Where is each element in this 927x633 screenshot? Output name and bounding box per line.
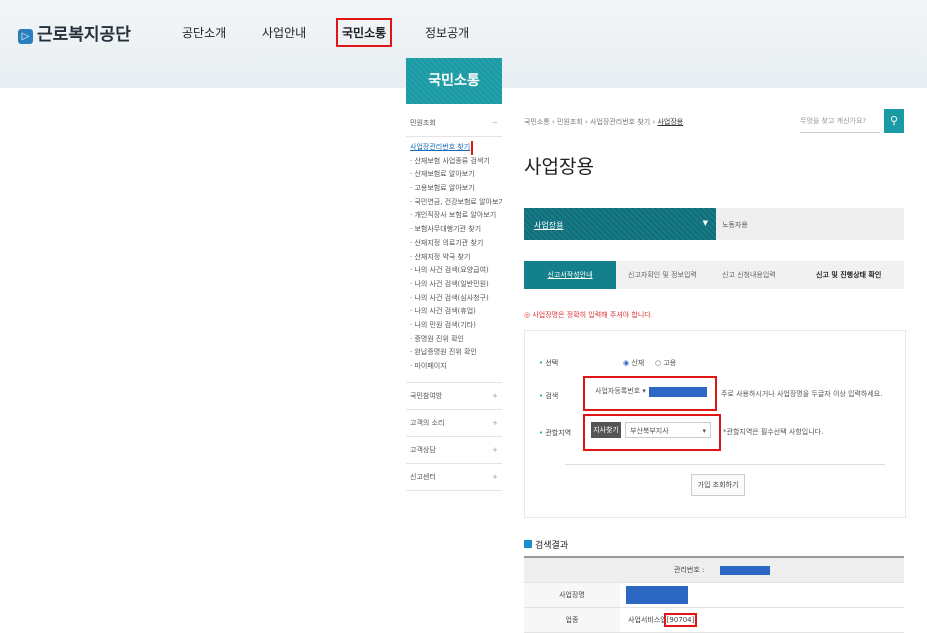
- select-label: 선택: [539, 358, 558, 368]
- result-table: 관리번호 : 사업장명 업종 사업서비스업[90704]: [524, 556, 904, 633]
- bullet-icon: [524, 540, 532, 548]
- sidebar-item[interactable]: · 마이페이지: [410, 360, 502, 374]
- breadcrumb-item[interactable]: 민원조회: [557, 118, 583, 126]
- step-3: 신고 신청내용입력: [722, 271, 776, 279]
- business-name-value: [626, 586, 688, 604]
- sidebar-item[interactable]: · 증명원 진위 확인: [410, 333, 502, 347]
- step-indicator: 신고서작성안내 신고자확인 및 정보입력 신고 신청내용입력 신고 및 진행상태…: [524, 261, 904, 289]
- sidebar-item-mgmt-number[interactable]: 사업장관리번호 찾기: [410, 141, 502, 155]
- sidebar-item[interactable]: · 산재보험 사업종류 검색기: [410, 155, 502, 169]
- logo-icon: ▷: [18, 29, 33, 44]
- sidebar-section-label: 고객의 소리: [410, 418, 445, 427]
- user-type-tabs: 사업장용 ▼ 노동자용: [524, 208, 904, 240]
- breadcrumb: 국민소통 › 민원조회 › 사업장관리번호 찾기 › 사업장용: [524, 118, 684, 126]
- site-search-input[interactable]: 무엇을 찾고 계신가요?: [800, 110, 880, 133]
- sidebar-section-report[interactable]: 신고센터 +: [406, 464, 502, 491]
- sidebar-section-label: 국민참여방: [410, 391, 443, 400]
- region-hint: *관할지역은 필수선택 사항입니다.: [723, 428, 824, 436]
- sidebar-item[interactable]: · 고용보험료 알아보기: [410, 182, 502, 196]
- sidebar-section-inquiry[interactable]: 민원조회 −: [406, 110, 502, 137]
- breadcrumb-item[interactable]: 국민소통: [524, 118, 550, 126]
- tab-business[interactable]: 사업장용 ▼: [524, 208, 716, 240]
- sidebar-item[interactable]: · 산재보험료 알아보기: [410, 168, 502, 182]
- sidebar-section-label: 신고센터: [410, 472, 436, 481]
- chevron-down-icon: ▼: [702, 219, 708, 227]
- sidebar-item[interactable]: · 산재지정 의료기관 찾기: [410, 237, 502, 251]
- breadcrumb-item[interactable]: 사업장관리번호 찾기: [590, 118, 650, 126]
- sidebar-item[interactable]: · 나의 사건 검색(휴업): [410, 305, 502, 319]
- minus-icon: −: [492, 119, 498, 127]
- sidebar-item[interactable]: · 나의 사건 검색(요양급여): [410, 264, 502, 278]
- site-logo[interactable]: ▷ 근로복지공단: [18, 20, 131, 45]
- nav-business[interactable]: 사업안내: [262, 24, 306, 41]
- search-hint: 주로 사용하시거나 사업장명을 두글자 이상 입력하세요.: [721, 390, 883, 398]
- chevron-down-icon: ▾: [702, 427, 706, 435]
- search-type-select[interactable]: 사업자등록번호 ▾: [591, 383, 647, 399]
- type-value: 사업서비스업[90704]: [628, 613, 698, 627]
- plus-icon: +: [492, 472, 498, 481]
- sidebar-section-participation[interactable]: 국민참여방 +: [406, 381, 502, 410]
- sidebar-item[interactable]: · 보험사무대행기관 찾기: [410, 223, 502, 237]
- nav-disclosure[interactable]: 정보공개: [425, 24, 469, 41]
- nav-communication[interactable]: 국민소통: [335, 18, 393, 47]
- table-row: 관리번호 :: [524, 558, 904, 583]
- guide-button[interactable]: 가입 조회하기: [691, 474, 745, 496]
- search-form: 선택 ◉ 산재 ○ 고용 검색 사업자등록번호 ▾ 주로 사용하시거나 사업장명…: [524, 330, 906, 518]
- search-label: 검색: [539, 391, 558, 401]
- plus-icon: +: [492, 418, 498, 427]
- nav-about[interactable]: 공단소개: [182, 24, 226, 41]
- sidebar-item[interactable]: · 나의 사건 검색(일반민원): [410, 278, 502, 292]
- result-title: 검색결과: [524, 538, 568, 551]
- table-row: 업종 사업서비스업[90704]: [524, 608, 904, 633]
- logo-text: 근로복지공단: [37, 25, 131, 45]
- step-4: 신고 및 진행상태 확인: [816, 271, 882, 279]
- mgmt-number-value: [720, 566, 770, 575]
- type-label: 업종: [524, 608, 620, 632]
- radio-sanjae[interactable]: ◉ 산재: [623, 358, 644, 368]
- plus-icon: +: [492, 445, 498, 454]
- sidebar-item[interactable]: · 산재지정 약국 찾기: [410, 251, 502, 265]
- search-icon[interactable]: ⚲: [884, 109, 904, 133]
- sidebar-item[interactable]: · 국민연금, 건강보험료 알아보기: [410, 196, 502, 210]
- sidebar-item[interactable]: · 완납증명원 진위 확인: [410, 346, 502, 360]
- sidebar-submenu: 사업장관리번호 찾기 · 산재보험 사업종류 검색기 · 산재보험료 알아보기 …: [406, 137, 502, 382]
- region-select[interactable]: 부산북부지사 ▾: [625, 422, 711, 438]
- sidebar-title: 국민소통: [406, 58, 502, 104]
- tab-worker[interactable]: 노동자용: [722, 220, 748, 230]
- sidebar: 민원조회 − 사업장관리번호 찾기 · 산재보험 사업종류 검색기 · 산재보험료…: [406, 110, 502, 491]
- sidebar-section-label: 고객상담: [410, 445, 436, 454]
- name-label: 사업장명: [524, 583, 620, 607]
- sidebar-item[interactable]: · 개인직장사 보험료 알아보기: [410, 209, 502, 223]
- form-divider: [565, 464, 885, 465]
- sidebar-section-consult[interactable]: 고객상담 +: [406, 437, 502, 464]
- notice-text: ◎ 사업장명은 정확히 입력해 주셔야 합니다.: [524, 311, 653, 319]
- sidebar-section-label: 민원조회: [410, 119, 436, 127]
- region-label: 관할지역: [539, 428, 571, 438]
- table-row: 사업장명: [524, 583, 904, 608]
- mgmt-number-label: 관리번호 :: [674, 566, 705, 574]
- sidebar-item[interactable]: · 나의 민원 검색(기타): [410, 319, 502, 333]
- page-title: 사업장용: [524, 156, 594, 178]
- find-branch-button[interactable]: 지사찾기: [591, 422, 621, 438]
- breadcrumb-current: 사업장용: [657, 118, 684, 126]
- sidebar-item[interactable]: · 나의 사건 검색(심사청구): [410, 292, 502, 306]
- plus-icon: +: [492, 391, 498, 400]
- radio-goyong[interactable]: ○ 고용: [655, 358, 676, 368]
- step-2: 신고자확인 및 정보입력: [628, 271, 697, 279]
- sidebar-section-voice[interactable]: 고객의 소리 +: [406, 410, 502, 437]
- step-1: 신고서작성안내: [524, 261, 616, 289]
- type-code: [90704]: [663, 613, 698, 627]
- search-value-input[interactable]: [649, 387, 707, 397]
